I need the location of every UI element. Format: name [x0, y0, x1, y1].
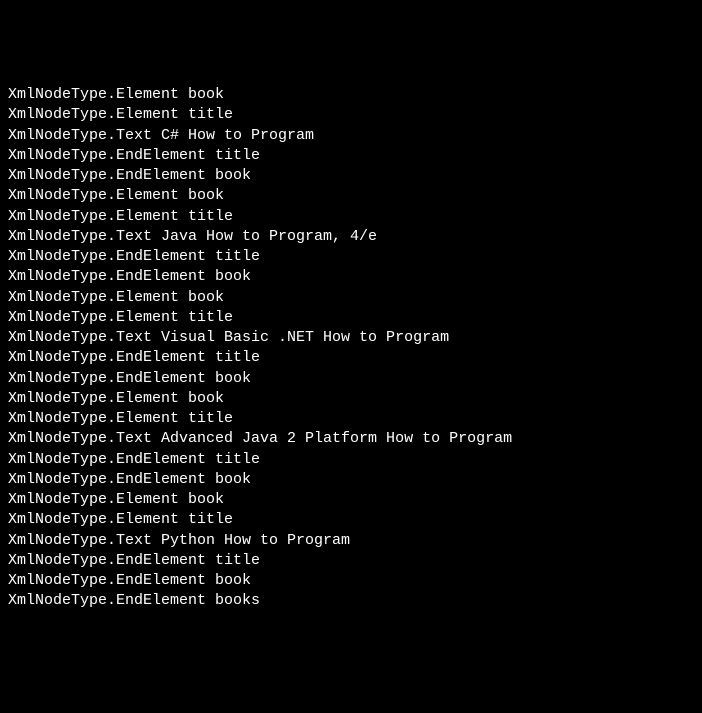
- console-line: XmlNodeType.EndElement book: [8, 571, 694, 591]
- console-line: XmlNodeType.Element title: [8, 510, 694, 530]
- console-line: XmlNodeType.EndElement books: [8, 591, 694, 611]
- console-line: XmlNodeType.Element title: [8, 308, 694, 328]
- console-line: XmlNodeType.Element book: [8, 85, 694, 105]
- console-line: XmlNodeType.EndElement book: [8, 470, 694, 490]
- console-line: XmlNodeType.EndElement title: [8, 348, 694, 368]
- console-line: XmlNodeType.Text C# How to Program: [8, 126, 694, 146]
- console-line: XmlNodeType.Text Java How to Program, 4/…: [8, 227, 694, 247]
- console-line: XmlNodeType.Text Python How to Program: [8, 531, 694, 551]
- console-line: XmlNodeType.Text Visual Basic .NET How t…: [8, 328, 694, 348]
- console-output: XmlNodeType.Element bookXmlNodeType.Elem…: [8, 85, 694, 612]
- console-line: XmlNodeType.Element title: [8, 409, 694, 429]
- console-line: XmlNodeType.Element book: [8, 490, 694, 510]
- console-line: XmlNodeType.EndElement book: [8, 267, 694, 287]
- console-line: XmlNodeType.EndElement title: [8, 247, 694, 267]
- console-line: XmlNodeType.Element title: [8, 105, 694, 125]
- console-line: XmlNodeType.Text Advanced Java 2 Platfor…: [8, 429, 694, 449]
- console-line: XmlNodeType.EndElement title: [8, 146, 694, 166]
- console-line: XmlNodeType.EndElement title: [8, 450, 694, 470]
- console-line: XmlNodeType.EndElement book: [8, 166, 694, 186]
- console-line: XmlNodeType.EndElement book: [8, 369, 694, 389]
- console-line: XmlNodeType.Element title: [8, 207, 694, 227]
- console-line: XmlNodeType.Element book: [8, 288, 694, 308]
- console-line: XmlNodeType.EndElement title: [8, 551, 694, 571]
- console-line: XmlNodeType.Element book: [8, 186, 694, 206]
- console-line: XmlNodeType.Element book: [8, 389, 694, 409]
